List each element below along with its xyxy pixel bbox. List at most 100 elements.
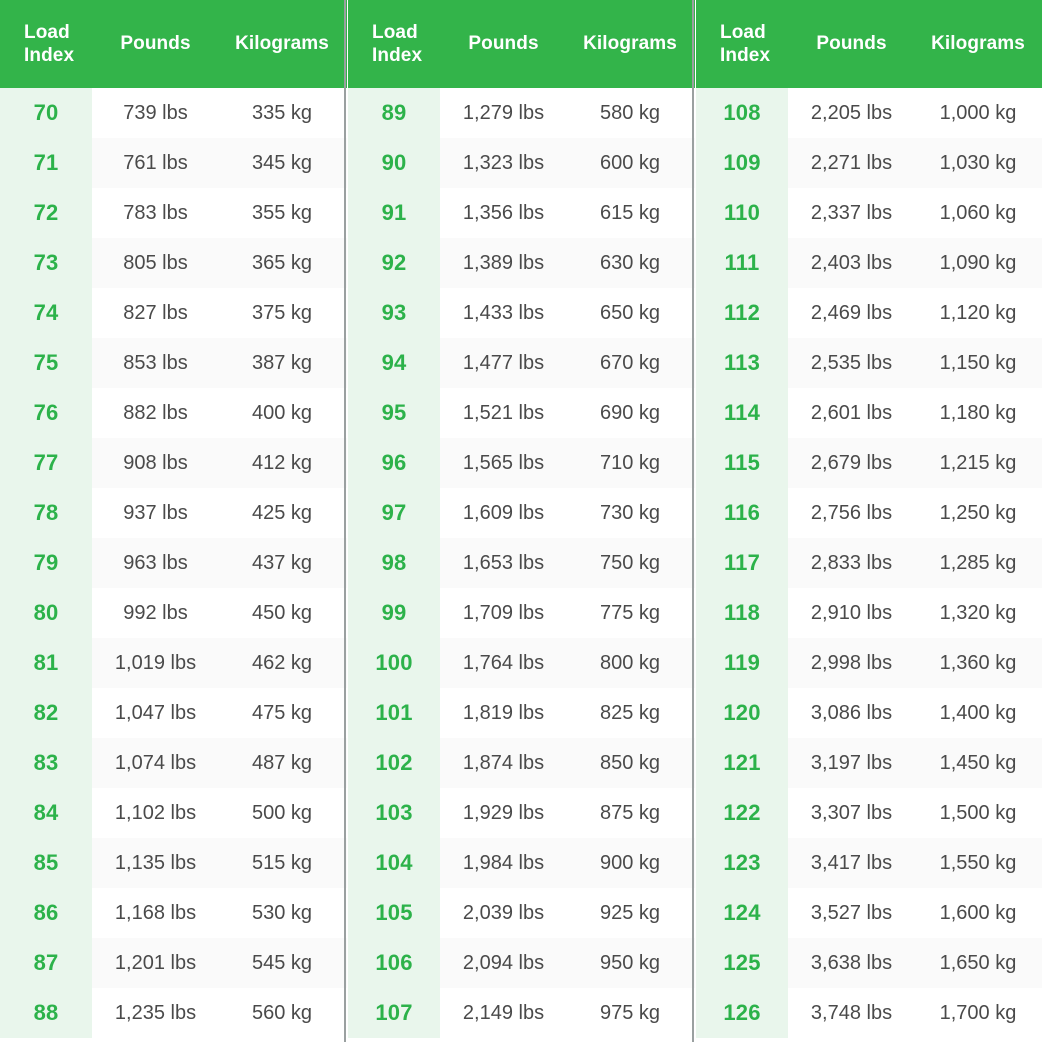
table-row: 991,709 lbs775 kg	[348, 588, 695, 638]
cell-kilograms: 345 kg	[219, 138, 347, 188]
table-row: 931,433 lbs650 kg	[348, 288, 695, 338]
cell-load-index: 122	[696, 788, 788, 838]
table-row: 70739 lbs335 kg	[0, 88, 347, 138]
cell-load-index: 103	[348, 788, 440, 838]
cell-load-index: 107	[348, 988, 440, 1038]
cell-load-index: 118	[696, 588, 788, 638]
cell-kilograms: 950 kg	[567, 938, 695, 988]
table-row: 80992 lbs450 kg	[0, 588, 347, 638]
column-header-pounds: Pounds	[92, 0, 219, 88]
cell-load-index: 78	[0, 488, 92, 538]
cell-pounds: 2,756 lbs	[788, 488, 915, 538]
cell-pounds: 1,201 lbs	[92, 938, 219, 988]
table-row: 921,389 lbs630 kg	[348, 238, 695, 288]
cell-kilograms: 1,320 kg	[915, 588, 1042, 638]
table-row: 78937 lbs425 kg	[0, 488, 347, 538]
cell-kilograms: 425 kg	[219, 488, 347, 538]
table-block-inner: LoadIndexPoundsKilograms70739 lbs335 kg7…	[0, 0, 347, 1042]
cell-pounds: 805 lbs	[92, 238, 219, 288]
cell-kilograms: 1,360 kg	[915, 638, 1042, 688]
cell-load-index: 113	[696, 338, 788, 388]
cell-kilograms: 800 kg	[567, 638, 695, 688]
column-header-pounds: Pounds	[788, 0, 915, 88]
cell-kilograms: 487 kg	[219, 738, 347, 788]
cell-load-index: 81	[0, 638, 92, 688]
cell-load-index: 117	[696, 538, 788, 588]
cell-kilograms: 437 kg	[219, 538, 347, 588]
table-row: 1132,535 lbs1,150 kg	[696, 338, 1042, 388]
cell-kilograms: 1,180 kg	[915, 388, 1042, 438]
cell-load-index: 91	[348, 188, 440, 238]
table-row: 1001,764 lbs800 kg	[348, 638, 695, 688]
cell-load-index: 119	[696, 638, 788, 688]
table-body: 70739 lbs335 kg71761 lbs345 kg72783 lbs3…	[0, 88, 347, 1042]
cell-kilograms: 650 kg	[567, 288, 695, 338]
table-row: 901,323 lbs600 kg	[348, 138, 695, 188]
cell-pounds: 1,433 lbs	[440, 288, 567, 338]
cell-pounds: 3,748 lbs	[788, 988, 915, 1038]
table-row: 971,609 lbs730 kg	[348, 488, 695, 538]
column-header-kilograms: Kilograms	[219, 0, 347, 88]
table-row: 77908 lbs412 kg	[0, 438, 347, 488]
cell-pounds: 2,910 lbs	[788, 588, 915, 638]
table-row: 1112,403 lbs1,090 kg	[696, 238, 1042, 288]
table-row: 75853 lbs387 kg	[0, 338, 347, 388]
table-row: 961,565 lbs710 kg	[348, 438, 695, 488]
table-row: 1182,910 lbs1,320 kg	[696, 588, 1042, 638]
table-header-row: LoadIndexPoundsKilograms	[0, 0, 347, 88]
table-row: 76882 lbs400 kg	[0, 388, 347, 438]
cell-pounds: 1,521 lbs	[440, 388, 567, 438]
cell-pounds: 3,527 lbs	[788, 888, 915, 938]
cell-kilograms: 335 kg	[219, 88, 347, 138]
cell-load-index: 125	[696, 938, 788, 988]
cell-load-index: 109	[696, 138, 788, 188]
cell-pounds: 3,417 lbs	[788, 838, 915, 888]
table-row: 981,653 lbs750 kg	[348, 538, 695, 588]
cell-kilograms: 355 kg	[219, 188, 347, 238]
cell-pounds: 1,984 lbs	[440, 838, 567, 888]
cell-load-index: 76	[0, 388, 92, 438]
table-row: 1162,756 lbs1,250 kg	[696, 488, 1042, 538]
cell-load-index: 80	[0, 588, 92, 638]
cell-load-index: 114	[696, 388, 788, 438]
cell-kilograms: 615 kg	[567, 188, 695, 238]
cell-load-index: 111	[696, 238, 788, 288]
cell-kilograms: 1,650 kg	[915, 938, 1042, 988]
cell-pounds: 2,039 lbs	[440, 888, 567, 938]
cell-pounds: 3,086 lbs	[788, 688, 915, 738]
column-header-load-index: LoadIndex	[0, 0, 92, 88]
load-index-table: LoadIndexPoundsKilograms70739 lbs335 kg7…	[0, 0, 1042, 1042]
table-row: 1152,679 lbs1,215 kg	[696, 438, 1042, 488]
cell-pounds: 937 lbs	[92, 488, 219, 538]
cell-load-index: 108	[696, 88, 788, 138]
table-row: 72783 lbs355 kg	[0, 188, 347, 238]
table-row: 74827 lbs375 kg	[0, 288, 347, 338]
cell-kilograms: 875 kg	[567, 788, 695, 838]
table-row: 1253,638 lbs1,650 kg	[696, 938, 1042, 988]
cell-load-index: 121	[696, 738, 788, 788]
cell-pounds: 2,149 lbs	[440, 988, 567, 1038]
cell-load-index: 73	[0, 238, 92, 288]
cell-kilograms: 690 kg	[567, 388, 695, 438]
cell-load-index: 116	[696, 488, 788, 538]
cell-kilograms: 925 kg	[567, 888, 695, 938]
cell-kilograms: 850 kg	[567, 738, 695, 788]
cell-kilograms: 975 kg	[567, 988, 695, 1038]
table-row: 1233,417 lbs1,550 kg	[696, 838, 1042, 888]
cell-pounds: 2,679 lbs	[788, 438, 915, 488]
cell-kilograms: 387 kg	[219, 338, 347, 388]
cell-kilograms: 475 kg	[219, 688, 347, 738]
table-row: 1172,833 lbs1,285 kg	[696, 538, 1042, 588]
column-header-load-index-line2: Index	[372, 44, 422, 67]
cell-pounds: 1,819 lbs	[440, 688, 567, 738]
cell-pounds: 1,279 lbs	[440, 88, 567, 138]
cell-load-index: 126	[696, 988, 788, 1038]
cell-load-index: 85	[0, 838, 92, 888]
cell-load-index: 94	[348, 338, 440, 388]
table-row: 841,102 lbs500 kg	[0, 788, 347, 838]
cell-kilograms: 365 kg	[219, 238, 347, 288]
table-row: 851,135 lbs515 kg	[0, 838, 347, 888]
table-row: 871,201 lbs545 kg	[0, 938, 347, 988]
cell-kilograms: 1,000 kg	[915, 88, 1042, 138]
table-row: 1052,039 lbs925 kg	[348, 888, 695, 938]
